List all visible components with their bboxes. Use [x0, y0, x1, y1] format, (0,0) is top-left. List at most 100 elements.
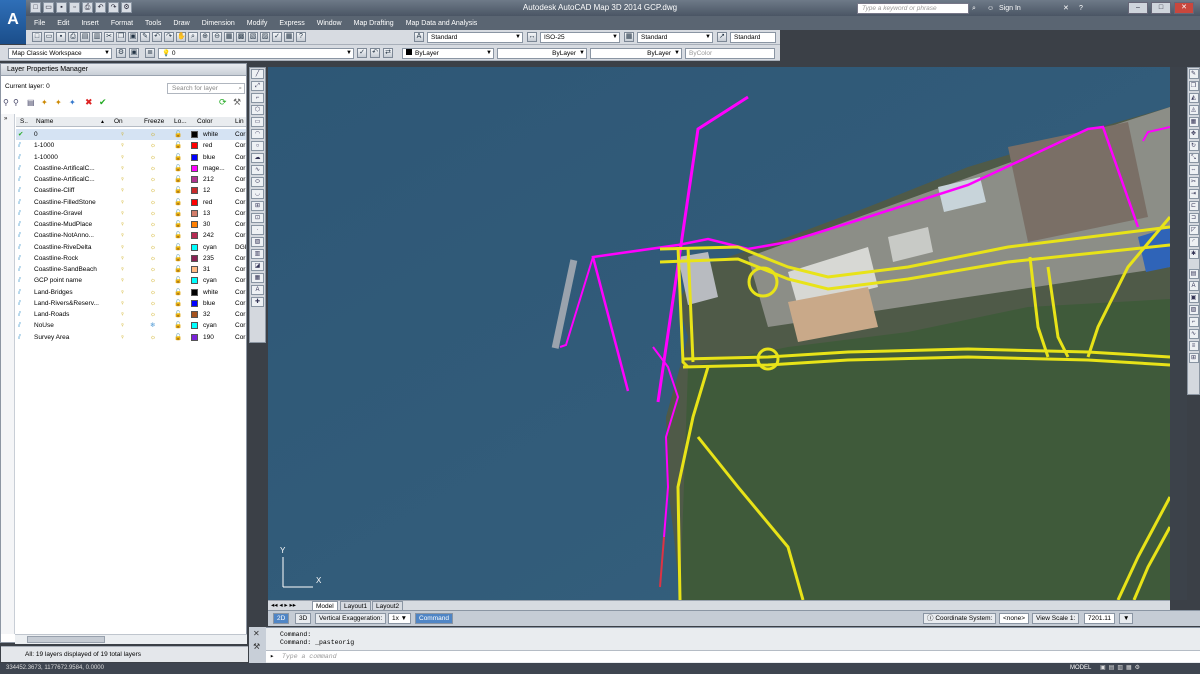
layer-name[interactable]: NoUse — [34, 320, 54, 331]
circle-icon[interactable]: ○ — [251, 141, 264, 151]
layer-linetype[interactable]: Cor — [235, 332, 245, 343]
sun-icon[interactable]: ☼ — [150, 152, 156, 163]
rotate-icon[interactable]: ↻ — [1188, 141, 1199, 151]
unlock-icon[interactable]: 🔓 — [174, 332, 182, 343]
multiline-edit-icon[interactable]: ≡ — [1188, 341, 1199, 351]
sun-icon[interactable]: ☼ — [150, 253, 156, 264]
layer-row[interactable]: ⫽ Coastline-MudPlace ♀ ☼ 🔓 30 Cor — [16, 219, 246, 230]
color-swatch[interactable] — [191, 322, 198, 330]
layer-name[interactable]: Coastline-Cliff — [34, 185, 74, 196]
sun-icon[interactable]: ☼ — [150, 332, 156, 343]
workspace-save-icon[interactable]: ▣ — [129, 48, 139, 58]
minimize-button[interactable]: – — [1128, 2, 1148, 14]
redo-icon[interactable]: ↷ — [108, 2, 119, 13]
text-style-dropdown[interactable]: Standard ▼ — [427, 32, 523, 43]
lightbulb-icon[interactable]: ♀ — [120, 163, 125, 174]
table-icon[interactable]: ▦ — [251, 273, 264, 283]
lightbulb-icon[interactable]: ♀ — [120, 230, 125, 241]
line-icon[interactable]: ╱ — [251, 69, 264, 79]
layer-name[interactable]: Land-Roads — [34, 309, 69, 320]
binoculars-icon[interactable]: ⌕ — [972, 3, 976, 14]
menu-map-drafting[interactable]: Map Drafting — [354, 20, 394, 27]
polyline-edit-icon[interactable]: ⌐ — [1188, 317, 1199, 327]
unlock-icon[interactable]: 🔓 — [174, 174, 182, 185]
lineweight-dropdown[interactable]: ByLayer ▼ — [590, 48, 682, 59]
layer-linetype[interactable]: Cor — [235, 298, 245, 309]
sign-in-link[interactable]: Sign In — [999, 3, 1021, 14]
workspace-settings-icon[interactable]: ⚙ — [116, 48, 126, 58]
color-swatch[interactable] — [191, 299, 198, 307]
lightbulb-icon[interactable]: ♀ — [120, 309, 125, 320]
stretch-icon[interactable]: ⇔ — [1188, 165, 1199, 175]
color-swatch[interactable] — [191, 142, 198, 150]
layer-states-icon[interactable]: ▤ — [27, 98, 35, 107]
command-input[interactable]: ▸ Type a command — [266, 650, 1200, 662]
layer-row[interactable]: ⫽ GCP point name ♀ ☼ 🔓 cyan Cor — [16, 275, 246, 286]
col-linetype[interactable]: Lin — [235, 117, 244, 127]
design-center-icon[interactable]: ▩ — [236, 32, 246, 42]
menu-dimension[interactable]: Dimension — [202, 20, 235, 27]
mleader-style-dropdown[interactable]: Standard — [730, 32, 776, 43]
view-scale-dropdown-icon[interactable]: ▼ — [1119, 613, 1134, 624]
sheet-set-icon[interactable]: ▨ — [260, 32, 270, 42]
layer-linetype[interactable]: Cor — [235, 264, 245, 275]
menu-edit[interactable]: Edit — [57, 20, 69, 27]
undo-icon[interactable]: ↶ — [95, 2, 106, 13]
color-swatch[interactable] — [191, 131, 198, 138]
unlock-icon[interactable]: 🔓 — [174, 275, 182, 286]
color-swatch[interactable] — [191, 311, 198, 318]
layer-name[interactable]: Survey Area — [34, 332, 69, 343]
sun-icon[interactable]: ☼ — [150, 163, 156, 174]
unlock-icon[interactable]: 🔓 — [174, 185, 182, 196]
redo-icon[interactable]: ↷ — [164, 32, 174, 42]
tab-nav-arrows-icon[interactable]: ◂◂ ◂ ▸ ▸▸ — [271, 601, 296, 610]
move-icon[interactable]: ✥ — [1188, 129, 1199, 139]
zoom-realtime-icon[interactable]: ⌕ — [188, 32, 198, 42]
copy-icon[interactable]: ❐ — [116, 32, 126, 42]
layer-linetype[interactable]: Cor — [235, 309, 245, 320]
lightbulb-icon[interactable]: ♀ — [120, 242, 125, 253]
layer-search-input[interactable]: Search for layer ⌕ — [167, 83, 245, 94]
color-swatch[interactable] — [191, 187, 198, 195]
menu-format[interactable]: Format — [111, 20, 133, 27]
layer-linetype[interactable]: Cor — [235, 152, 245, 163]
unlock-icon[interactable]: 🔓 — [174, 320, 182, 331]
layer-row[interactable]: ⫽ Land-Bridges ♀ ☼ 🔓 white Cor — [16, 287, 246, 298]
sun-icon[interactable]: ☼ — [150, 298, 156, 309]
open-icon[interactable]: ▭ — [43, 2, 54, 13]
color-swatch[interactable] — [191, 288, 198, 296]
layer-row[interactable]: ⫽ NoUse ♀ ❄ 🔓 cyan Cor — [16, 320, 246, 331]
color-swatch[interactable] — [191, 333, 198, 341]
layer-row[interactable]: ⫽ Land-Rivers&Reserv... ♀ ☼ 🔓 blue Cor — [16, 298, 246, 309]
spline-icon[interactable]: ∿ — [251, 165, 264, 175]
unlock-icon[interactable]: 🔓 — [174, 219, 182, 230]
layer-row[interactable]: ⫽ Coastline-SandBeach ♀ ☼ 🔓 31 Cor — [16, 264, 246, 275]
preview-icon[interactable]: ▤ — [80, 32, 90, 42]
color-swatch[interactable] — [191, 232, 198, 240]
application-menu-button[interactable]: A — [0, 0, 26, 44]
layer-linetype[interactable]: Cor — [235, 129, 245, 140]
sun-icon[interactable]: ☼ — [150, 230, 156, 241]
sun-icon[interactable]: ☼ — [150, 140, 156, 151]
col-color[interactable]: Color — [197, 117, 213, 127]
refresh-icon[interactable]: ⟳ — [219, 97, 227, 108]
new-layer-vp-frozen-icon[interactable]: ✦ — [55, 98, 62, 107]
publish-icon[interactable]: ▥ — [92, 32, 102, 42]
construction-line-icon[interactable]: ⤢ — [251, 81, 264, 91]
unlock-icon[interactable]: 🔓 — [174, 197, 182, 208]
offset-icon[interactable]: ◬ — [1188, 105, 1199, 115]
explode-icon[interactable]: ✱ — [1188, 249, 1199, 259]
help-search-input[interactable]: Type a keyword or phrase — [857, 3, 969, 14]
color-swatch[interactable] — [191, 277, 198, 285]
add-selected-icon[interactable]: ✚ — [251, 297, 264, 307]
layer-linetype[interactable]: DGI — [235, 242, 247, 253]
exchange-icon[interactable]: ✕ — [1063, 3, 1069, 14]
horizontal-scrollbar[interactable] — [15, 634, 247, 644]
color-swatch[interactable] — [191, 176, 198, 183]
chamfer-icon[interactable]: ◸ — [1188, 225, 1199, 235]
snowflake-icon[interactable]: ❄ — [150, 320, 155, 331]
hatch-icon[interactable]: ▨ — [251, 237, 264, 247]
layer-name[interactable]: GCP point name — [34, 275, 82, 286]
layer-linetype[interactable]: Cor — [235, 208, 245, 219]
delete-layer-icon[interactable]: ✖ — [85, 97, 93, 108]
